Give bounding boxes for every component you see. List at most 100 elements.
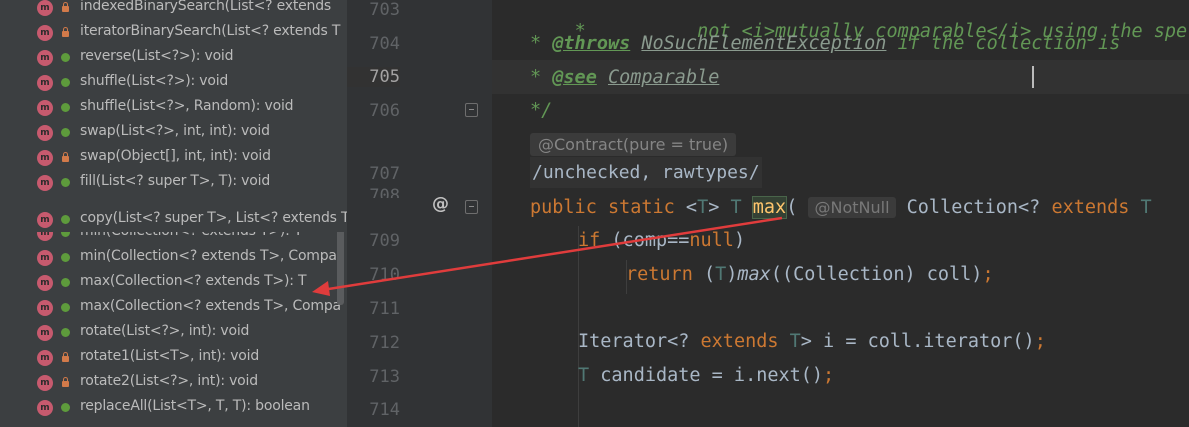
doc-star: *	[530, 67, 553, 88]
structure-item-label: rotate(List<?>, int): void	[80, 323, 250, 339]
code-editor[interactable]: 703 704 705 706 707 708 709 710 711 712 …	[347, 0, 1189, 427]
structure-item[interactable]: m rotate2(List<?>, int): void	[0, 370, 347, 395]
line-number: 712	[369, 333, 400, 353]
structure-item-label: swap(Object[], int, int): void	[80, 148, 271, 164]
method-icon: m	[37, 175, 53, 191]
expr: candidate = i.next()	[589, 365, 824, 386]
structure-item[interactable]: m shuffle(List<?>): void	[0, 70, 347, 95]
lock-icon	[61, 352, 70, 362]
line-number: 711	[369, 299, 400, 319]
expr: > i = coll.iterator()	[800, 331, 1035, 352]
method-icon: m	[37, 212, 53, 228]
method-icon: m	[37, 75, 53, 91]
line-number: 704	[369, 34, 400, 54]
public-visibility-icon	[61, 128, 70, 137]
structure-item[interactable]: m shuffle(List<?>, Random): void	[0, 95, 347, 120]
structure-item[interactable]: m indexedBinarySearch(List<? extends	[0, 0, 347, 20]
structure-item-label: indexedBinarySearch(List<? extends	[80, 0, 332, 14]
structure-item[interactable]: m rotate1(List<T>, int): void	[0, 345, 347, 370]
code-line-704: * @throws NoSuchElementException if the …	[530, 33, 1120, 54]
doc-text: if the collection is	[886, 33, 1121, 54]
structure-item-label: reverse(List<?>): void	[80, 48, 234, 64]
lock-icon	[61, 2, 70, 12]
line-number: 709	[369, 231, 400, 251]
method-name-max[interactable]: max	[751, 196, 788, 219]
keyword: extends	[1051, 197, 1130, 218]
keyword: return	[626, 264, 693, 285]
doc-star: *	[530, 33, 553, 54]
public-visibility-icon	[61, 278, 70, 287]
method-icon: m	[37, 25, 53, 41]
type-ref: Collection<?	[906, 197, 1052, 218]
structure-item[interactable]: m max(Collection<? extends T>, Compa	[0, 295, 347, 320]
method-icon: m	[37, 125, 53, 141]
type-param: T	[1129, 197, 1152, 218]
punct: )	[733, 230, 746, 251]
public-visibility-icon	[61, 103, 70, 112]
method-icon: m	[37, 325, 53, 341]
structure-item-label: max(Collection<? extends T>, Compa	[80, 298, 341, 314]
public-visibility-icon	[61, 178, 70, 187]
keyword: public static	[530, 197, 675, 218]
structure-item-label: shuffle(List<?>, Random): void	[80, 98, 294, 114]
method-icon: m	[37, 400, 53, 416]
punct: ;	[982, 264, 994, 285]
fold-end-icon[interactable]	[465, 103, 478, 117]
method-icon: m	[37, 300, 53, 316]
public-visibility-icon	[61, 78, 70, 87]
javadoc-tag: @see	[552, 67, 597, 88]
line-number-current: 705	[347, 67, 400, 87]
expr: ((Collection) coll)	[770, 264, 983, 285]
line-number: 713	[369, 367, 400, 387]
code-line-710: return (T)max((Collection) coll);	[626, 264, 994, 285]
notnull-inlay-hint[interactable]: @NotNull	[808, 197, 896, 218]
structure-item[interactable]: m iteratorBinarySearch(List<? extends T	[0, 20, 347, 45]
structure-item[interactable]: m rotate(List<?>, int): void	[0, 320, 347, 345]
structure-item[interactable]: m fill(List<? super T>, T): void	[0, 170, 347, 195]
punct: ;	[1034, 331, 1046, 352]
javadoc-reference[interactable]: Comparable	[608, 67, 719, 88]
code-line-712: Iterator<? extends T> i = coll.iterator(…	[578, 331, 1046, 352]
method-call-max[interactable]: max	[737, 264, 770, 285]
punct: >	[708, 197, 731, 218]
type-param: T	[730, 197, 742, 218]
line-number: 714	[369, 400, 400, 420]
structure-item[interactable]: m swap(List<?>, int, int): void	[0, 120, 347, 145]
type-param: T	[715, 264, 727, 285]
structure-item-label: rotate2(List<?>, int): void	[80, 373, 258, 389]
punct: <	[674, 197, 698, 218]
type-param: T	[778, 331, 801, 352]
structure-item[interactable]: m reverse(List<?>): void	[0, 45, 347, 70]
structure-item-label: fill(List<? super T>, T): void	[80, 173, 271, 189]
structure-item[interactable]: m min(Collection<? extends T>, Compa	[0, 245, 347, 270]
structure-item-label: replaceAll(List<T>, T, T): boolean	[80, 398, 310, 414]
punct: (	[692, 264, 716, 285]
structure-item[interactable]: m replaceAll(List<T>, T, T): boolean	[0, 395, 347, 420]
contract-inlay-hint[interactable]: @Contract(pure = true)	[530, 133, 737, 156]
structure-item-label: shuffle(List<?>): void	[80, 73, 229, 89]
lock-icon	[61, 27, 70, 37]
public-visibility-icon	[61, 215, 70, 224]
lock-icon	[61, 377, 70, 387]
public-visibility-icon	[61, 253, 70, 262]
code-line-709: if (comp==null)	[578, 230, 745, 251]
override-marker-icon[interactable]: @	[432, 194, 449, 214]
editor-gutter: 703 704 705 706 707 708 709 710 711 712 …	[347, 0, 492, 427]
method-icon: m	[37, 350, 53, 366]
type-ref: Iterator<?	[578, 331, 701, 352]
javadoc-tag: @throws	[552, 33, 631, 54]
method-icon: m	[37, 375, 53, 391]
type-param: T	[578, 365, 590, 386]
method-icon: m	[37, 0, 53, 16]
javadoc-reference[interactable]: NoSuchElementException	[641, 33, 886, 54]
suppress-warnings-fold[interactable]: /unchecked, rawtypes/	[530, 157, 762, 188]
structure-item[interactable]: m max(Collection<? extends T>): T	[0, 270, 347, 295]
code-line-713: T candidate = i.next();	[578, 365, 834, 386]
indent-guide	[578, 226, 579, 427]
structure-item[interactable]: m swap(Object[], int, int): void	[0, 145, 347, 170]
line-number: 703	[369, 0, 400, 20]
doc-end: */	[530, 100, 553, 121]
line-number: 710	[369, 265, 400, 285]
fold-start-icon[interactable]	[465, 200, 478, 214]
public-visibility-icon	[61, 403, 70, 412]
